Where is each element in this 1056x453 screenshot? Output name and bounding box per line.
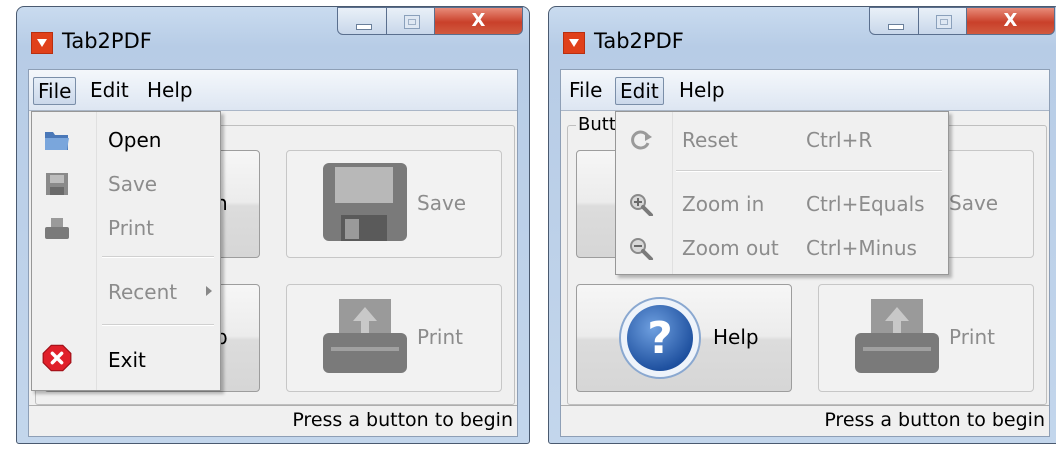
menu-bar: File Edit Help: [561, 70, 1049, 111]
exit-icon: [42, 344, 72, 372]
zoom-in-icon: [630, 194, 653, 216]
save-button[interactable]: Save: [286, 150, 502, 258]
printer-icon: [323, 299, 407, 373]
close-icon: X: [471, 10, 486, 31]
menu-item-print[interactable]: Print: [32, 208, 220, 248]
status-bar: Press a button to begin: [29, 405, 517, 436]
refresh-icon: [631, 130, 652, 150]
svg-text:?: ?: [647, 313, 673, 364]
menu-item-label: Print: [108, 216, 155, 240]
menu-item-label: Exit: [108, 348, 146, 372]
menu-item-open[interactable]: Open: [32, 120, 220, 160]
caption-buttons: X: [869, 7, 1055, 37]
help-button-label: Help: [713, 325, 759, 349]
close-button[interactable]: X: [967, 7, 1055, 35]
menu-item-label: Zoom out: [682, 236, 779, 260]
minimize-button[interactable]: [869, 7, 919, 35]
window-title: Tab2PDF: [594, 29, 684, 53]
print-button[interactable]: Print: [818, 284, 1034, 392]
menu-item-reset[interactable]: Reset Ctrl+R: [616, 120, 948, 160]
print-button-label: Print: [949, 325, 996, 349]
status-text: Press a button to begin: [824, 409, 1045, 431]
close-icon: X: [1003, 10, 1018, 31]
menu-item-label: Recent: [108, 280, 178, 304]
menu-item-save[interactable]: Save: [32, 164, 220, 204]
window-title: Tab2PDF: [62, 29, 152, 53]
save-button-label: Save: [949, 191, 999, 215]
menu-help[interactable]: Help: [143, 77, 197, 105]
print-button-label: Print: [417, 325, 464, 349]
groupbox-label: Butt: [576, 114, 618, 135]
menu-separator: [102, 324, 214, 326]
app-logo-icon: [563, 32, 585, 54]
menu-file[interactable]: File: [33, 77, 77, 105]
minimize-icon: [356, 24, 372, 30]
status-text: Press a button to begin: [292, 409, 513, 431]
menu-item-label: Zoom in: [682, 192, 765, 216]
menu-item-shortcut: Ctrl+R: [806, 128, 873, 152]
menu-item-zoom-out[interactable]: Zoom out Ctrl+Minus: [616, 228, 948, 268]
submenu-arrow-icon: [206, 286, 212, 296]
title-bar[interactable]: Tab2PDF X: [549, 7, 1056, 69]
menu-item-label: Reset: [682, 128, 738, 152]
floppy-icon: [323, 163, 407, 241]
menu-item-label: Save: [108, 172, 158, 196]
menu-bar: File Edit Help: [29, 70, 517, 111]
caption-buttons: X: [337, 7, 523, 37]
maximize-icon: [404, 15, 420, 29]
menu-edit[interactable]: Edit: [86, 77, 133, 105]
floppy-icon: [46, 173, 68, 195]
title-bar[interactable]: Tab2PDF X: [17, 7, 529, 69]
folder-icon: [45, 132, 69, 150]
menu-help[interactable]: Help: [675, 77, 729, 105]
file-menu-dropdown: Open Save Print Recent Exit: [31, 111, 221, 391]
menu-separator: [676, 170, 942, 172]
print-button[interactable]: Print: [286, 284, 502, 392]
menu-item-shortcut: Ctrl+Minus: [806, 236, 917, 260]
menu-item-shortcut: Ctrl+Equals: [806, 192, 925, 216]
printer-icon: [45, 218, 69, 239]
menu-item-zoom-in[interactable]: Zoom in Ctrl+Equals: [616, 184, 948, 224]
close-button[interactable]: X: [435, 7, 523, 35]
menu-item-label: Open: [108, 128, 162, 152]
help-button[interactable]: ? Help: [576, 284, 792, 392]
menu-separator: [102, 256, 214, 258]
status-bar: Press a button to begin: [561, 405, 1049, 436]
maximize-button[interactable]: [919, 7, 967, 35]
menu-item-exit[interactable]: Exit: [32, 340, 220, 380]
help-icon: ?: [619, 297, 701, 379]
minimize-button[interactable]: [337, 7, 387, 35]
maximize-button[interactable]: [387, 7, 435, 35]
edit-menu-dropdown: Reset Ctrl+R Zoom in Ctrl+Equals Zoom ou…: [615, 111, 949, 275]
zoom-out-icon: [630, 238, 653, 260]
maximize-icon: [936, 15, 952, 29]
save-button-label: Save: [417, 191, 467, 215]
minimize-icon: [888, 24, 904, 30]
app-logo-icon: [31, 32, 53, 54]
menu-item-recent[interactable]: Recent: [32, 272, 220, 312]
window-file-menu: Tab2PDF X File Edit Help n Save p Print …: [16, 6, 530, 444]
window-edit-menu: Tab2PDF X File Edit Help Butt Save ? Hel…: [548, 6, 1056, 444]
menu-edit[interactable]: Edit: [615, 77, 664, 105]
printer-icon: [855, 299, 939, 373]
menu-file[interactable]: File: [565, 77, 606, 105]
